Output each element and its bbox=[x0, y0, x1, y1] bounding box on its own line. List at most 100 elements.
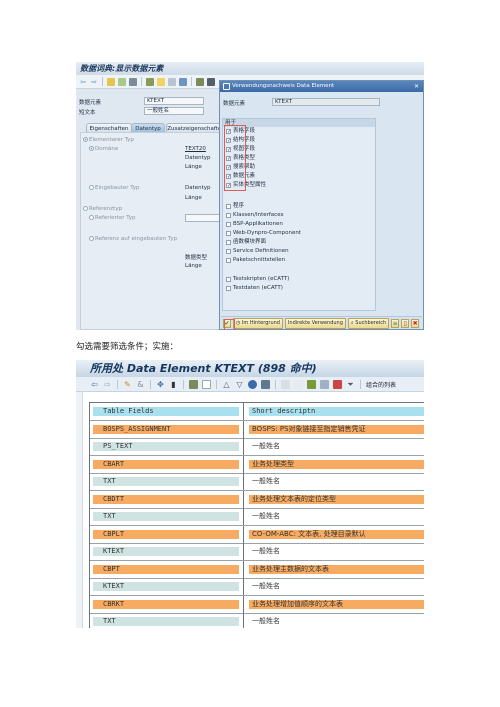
column-header-short-description[interactable]: Short descriptn bbox=[249, 407, 424, 416]
radio-ref-builtin-type[interactable]: Referenz auf eingebauten Typ bbox=[89, 236, 177, 242]
field-cell: CBART bbox=[90, 455, 244, 473]
window-icon[interactable] bbox=[202, 379, 211, 389]
dialog-title: Verwendungsnachweis Data Element bbox=[220, 81, 423, 92]
checkbox-bsp-applications[interactable]: BSP-Applikationen bbox=[226, 220, 283, 229]
cancel-icon[interactable]: ✖ bbox=[411, 318, 420, 328]
column-header-table-fields[interactable]: Table Fields bbox=[93, 407, 239, 416]
table-row[interactable]: CBRKT 业务处理增加值顺序的文本表 bbox=[90, 595, 424, 614]
background-button[interactable]: ◷ Im Hintergrund bbox=[233, 317, 283, 329]
field-row[interactable]: TXT 一般姓名 bbox=[90, 508, 424, 526]
datatype-label: Datentyp bbox=[185, 155, 211, 161]
edit-icon[interactable] bbox=[107, 77, 115, 86]
checkbox-function-module-interface[interactable]: 函数模块界面 bbox=[226, 238, 266, 247]
print-icon[interactable] bbox=[189, 379, 198, 389]
back-icon[interactable]: ⇦ bbox=[90, 380, 99, 389]
radio-referenced-type[interactable]: Referierter Typ bbox=[89, 215, 136, 221]
documentation-icon[interactable] bbox=[196, 77, 204, 86]
collapse-icon[interactable] bbox=[294, 379, 303, 389]
close-icon[interactable]: ✕ bbox=[413, 83, 420, 90]
field-row[interactable]: PS_TEXT 一般姓名 bbox=[90, 438, 424, 456]
description-cell: 业务处理增加值顺序的文本表 bbox=[244, 596, 424, 613]
list-icon[interactable]: ≡ bbox=[391, 318, 400, 328]
checkbox-label: Paketschnittstellen bbox=[233, 257, 286, 263]
delete-icon[interactable]: ▮ bbox=[169, 380, 178, 389]
checkbox-test-data[interactable]: Testdaten (eCATT) bbox=[226, 284, 283, 293]
display-icon[interactable]: & bbox=[136, 380, 145, 389]
sort-descending-icon[interactable]: ▽ bbox=[235, 380, 244, 389]
refresh-icon[interactable] bbox=[248, 379, 257, 389]
export-icon[interactable] bbox=[333, 379, 342, 389]
forward-icon[interactable]: ⇨ bbox=[103, 380, 112, 389]
checkbox-classes-interfaces[interactable]: Klassen/Interfaces bbox=[226, 211, 283, 220]
checkbox-icon bbox=[226, 231, 231, 236]
save-icon[interactable] bbox=[261, 379, 270, 389]
field-cell: TXT bbox=[90, 473, 244, 490]
short-description: 一般姓名 bbox=[249, 477, 424, 486]
table-row[interactable]: BOSPS_ASSIGNMENT BOSPS: PS对象链接至指定销售凭证 bbox=[90, 420, 424, 439]
where-used-icon[interactable] bbox=[157, 77, 165, 86]
separator bbox=[117, 379, 118, 389]
domain-value[interactable]: TEXT20 bbox=[185, 146, 206, 152]
sort-ascending-icon[interactable]: △ bbox=[222, 380, 231, 389]
separator bbox=[275, 379, 276, 389]
table-row[interactable]: CBPLT CO-OM-ABC: 文本表, 处理目录默认 bbox=[90, 525, 424, 544]
activate-icon[interactable] bbox=[146, 77, 154, 86]
check-icon[interactable] bbox=[129, 77, 137, 86]
radio-icon bbox=[89, 215, 94, 220]
field-row[interactable]: KTEXT 一般姓名 bbox=[90, 578, 424, 596]
field-row[interactable]: KTEXT 一般姓名 bbox=[90, 543, 424, 561]
hierarchy-icon[interactable] bbox=[179, 77, 187, 86]
field-row[interactable]: TXT 一般姓名 bbox=[90, 473, 424, 491]
field-name: CBRKT bbox=[93, 599, 239, 609]
checkbox-web-dynpro[interactable]: Web-Dynpro-Component bbox=[226, 229, 301, 238]
display-change-icon[interactable] bbox=[118, 77, 126, 86]
short-description: CO-OM-ABC: 文本表, 处理目录默认 bbox=[249, 529, 424, 539]
forward-icon[interactable]: ⇨ bbox=[90, 78, 98, 86]
data-element-field[interactable]: KTEXT bbox=[144, 97, 204, 105]
edit-pencil-icon[interactable]: ✎ bbox=[123, 380, 132, 389]
separator bbox=[150, 379, 151, 389]
description-cell: 业务处理主数据的文本表 bbox=[244, 561, 424, 578]
description-cell: 一般姓名 bbox=[244, 578, 424, 595]
header-cell: Short descriptn bbox=[244, 403, 424, 420]
expand-icon[interactable] bbox=[281, 379, 290, 389]
table-row[interactable]: CBDTT 业务处理文本表的定位类型 bbox=[90, 490, 424, 509]
window-title: 数据词典:显示数据元素 bbox=[76, 62, 424, 75]
short-text-field[interactable]: 一般姓名 bbox=[144, 107, 204, 115]
radio-reference-type[interactable]: Referenztyp bbox=[83, 206, 122, 212]
description-cell: CO-OM-ABC: 文本表, 处理目录默认 bbox=[244, 526, 424, 543]
checkbox-icon bbox=[226, 240, 231, 245]
display-object-list-icon[interactable] bbox=[168, 77, 176, 86]
table-row[interactable]: CBART 业务处理类型 bbox=[90, 455, 424, 474]
checkbox-package-interfaces[interactable]: Paketschnittstellen bbox=[226, 256, 285, 265]
back-icon[interactable]: ⇦ bbox=[79, 78, 87, 86]
caption-text: 勾选需要筛选条件；实施： bbox=[76, 342, 179, 352]
confirm-check-icon[interactable]: ✔ bbox=[223, 318, 235, 330]
indirect-usage-button[interactable]: Indirekte Verwendung bbox=[284, 317, 346, 329]
radio-elementary-type[interactable]: Elementarer Typ bbox=[83, 137, 134, 143]
checkbox-test-scripts[interactable]: Testskripten (eCATT) bbox=[226, 275, 289, 284]
checkbox-icon bbox=[226, 249, 231, 254]
print-icon[interactable] bbox=[207, 77, 215, 86]
hierarchy-icon[interactable]: ✥ bbox=[156, 380, 165, 389]
checkbox-service-definitions[interactable]: Service Definitionen bbox=[226, 247, 289, 256]
field-cell: TXT bbox=[90, 613, 244, 628]
field-cell: KTEXT bbox=[90, 578, 244, 595]
field-row[interactable]: TXT 一般姓名 bbox=[90, 613, 424, 628]
referenced-type-label: Referierter Typ bbox=[95, 215, 136, 221]
left-scroll-area bbox=[76, 392, 83, 628]
table-row[interactable]: CBPT 业务处理主数据的文本表 bbox=[90, 560, 424, 579]
radio-domain[interactable]: Domäne bbox=[89, 146, 118, 152]
dialog-data-element-field[interactable]: KTEXT bbox=[272, 98, 380, 106]
checkbox-label: Testdaten (eCATT) bbox=[233, 285, 283, 291]
results-grid: Table Fields Short descriptn BOSPS_ASSIGNM… bbox=[89, 402, 424, 628]
select-all-icon[interactable] bbox=[307, 379, 316, 389]
checkbox-programs[interactable]: 程序 bbox=[226, 202, 244, 211]
document-icon[interactable]: ▯ bbox=[401, 318, 410, 328]
search-area-button[interactable]: ⌕ Suchbereich bbox=[347, 317, 390, 329]
deselect-all-icon[interactable] bbox=[320, 379, 329, 389]
filter-icon[interactable]: ⏷ bbox=[346, 380, 355, 389]
radio-builtin-type[interactable]: Eingebauter Typ bbox=[89, 185, 140, 191]
separator bbox=[191, 77, 192, 86]
combined-list-button[interactable]: 组合的列表 bbox=[366, 380, 396, 389]
